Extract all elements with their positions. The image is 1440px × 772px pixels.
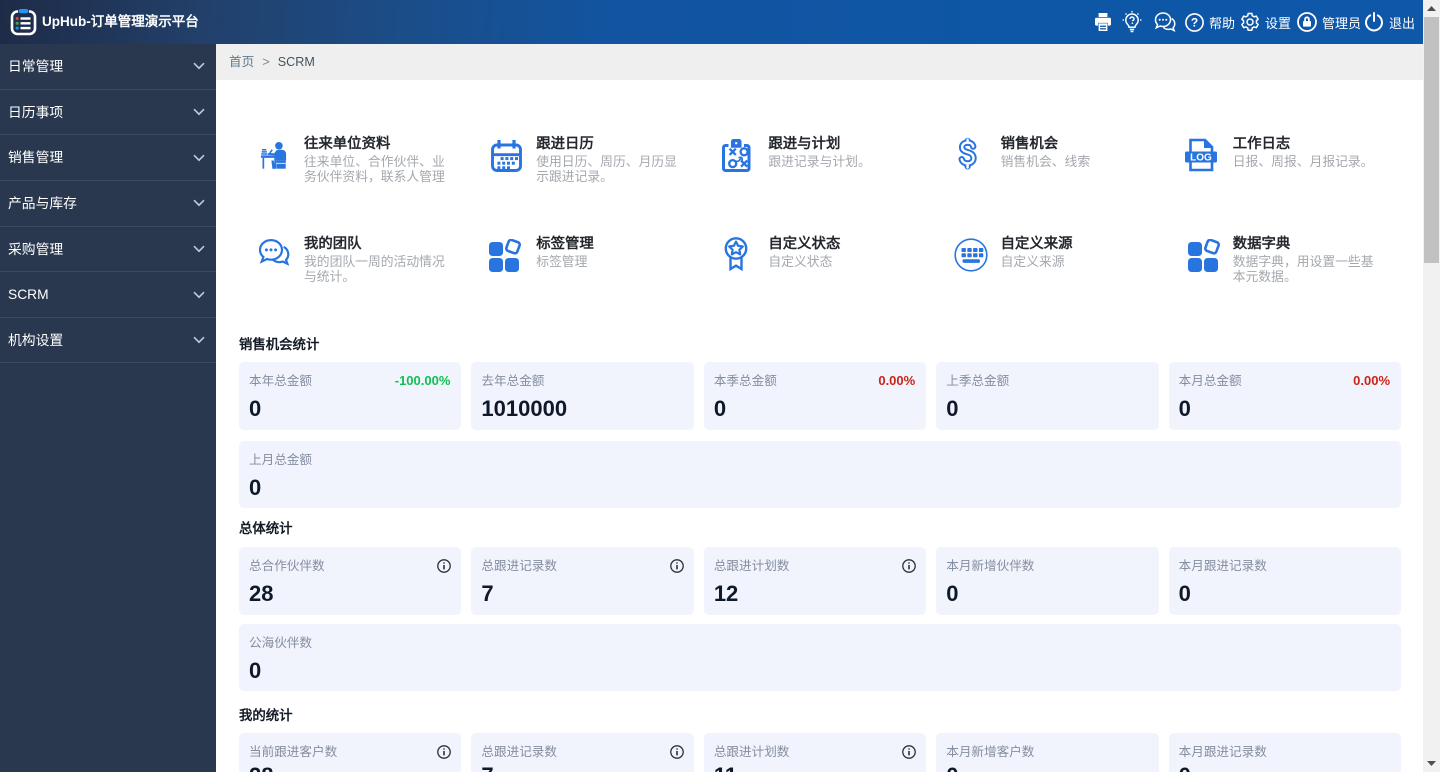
svg-text:LOG: LOG (1190, 152, 1212, 163)
svg-text:?: ? (1191, 15, 1198, 29)
